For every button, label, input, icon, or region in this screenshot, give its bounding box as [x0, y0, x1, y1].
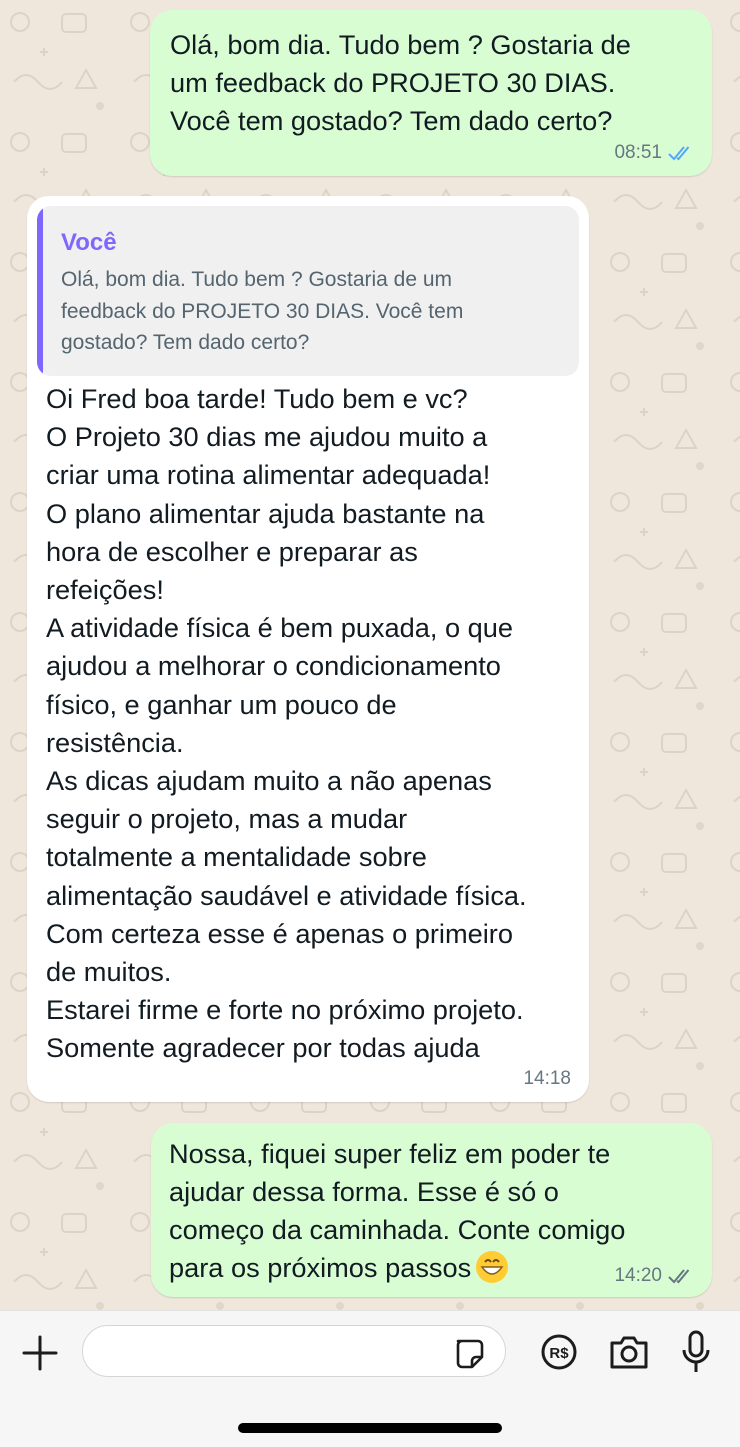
message-composer: R$ [0, 1310, 740, 1447]
camera-icon[interactable] [608, 1333, 650, 1371]
plus-icon[interactable] [20, 1333, 60, 1373]
quote-text: Olá, bom dia. Tudo bem ? Gostaria de um … [61, 268, 464, 354]
double-check-read-icon [668, 145, 694, 161]
message-text: Olá, bom dia. Tudo bem ? Gostaria de um … [170, 29, 631, 136]
outgoing-message[interactable]: Olá, bom dia. Tudo bem ? Gostaria de um … [150, 10, 712, 176]
message-time: 08:51 [614, 142, 662, 163]
message-meta: 14:18 [523, 1068, 571, 1090]
grinning-face-icon [475, 1250, 509, 1284]
microphone-icon[interactable] [680, 1329, 712, 1375]
message-text: Oi Fred boa tarde! Tudo bem e vc? O Proj… [46, 383, 527, 1064]
sticker-icon[interactable] [452, 1337, 486, 1371]
home-indicator [238, 1423, 502, 1433]
incoming-message[interactable]: Você Olá, bom dia. Tudo bem ? Gostaria d… [27, 196, 589, 1102]
quote-author: Você [61, 229, 117, 256]
payment-icon[interactable]: R$ [540, 1333, 578, 1371]
message-meta: 08:51 [614, 142, 694, 164]
outgoing-message[interactable]: Nossa, fiquei super feliz em poder te aj… [151, 1123, 712, 1297]
quoted-message[interactable]: Você Olá, bom dia. Tudo bem ? Gostaria d… [37, 206, 579, 376]
double-check-delivered-icon [668, 1268, 694, 1284]
message-time: 14:18 [523, 1068, 571, 1089]
message-meta: 14:20 [614, 1265, 694, 1287]
svg-text:R$: R$ [549, 1345, 569, 1362]
message-text-content: Nossa, fiquei super feliz em poder te aj… [169, 1138, 626, 1283]
message-time: 14:20 [614, 1265, 662, 1286]
message-input[interactable] [82, 1325, 506, 1377]
